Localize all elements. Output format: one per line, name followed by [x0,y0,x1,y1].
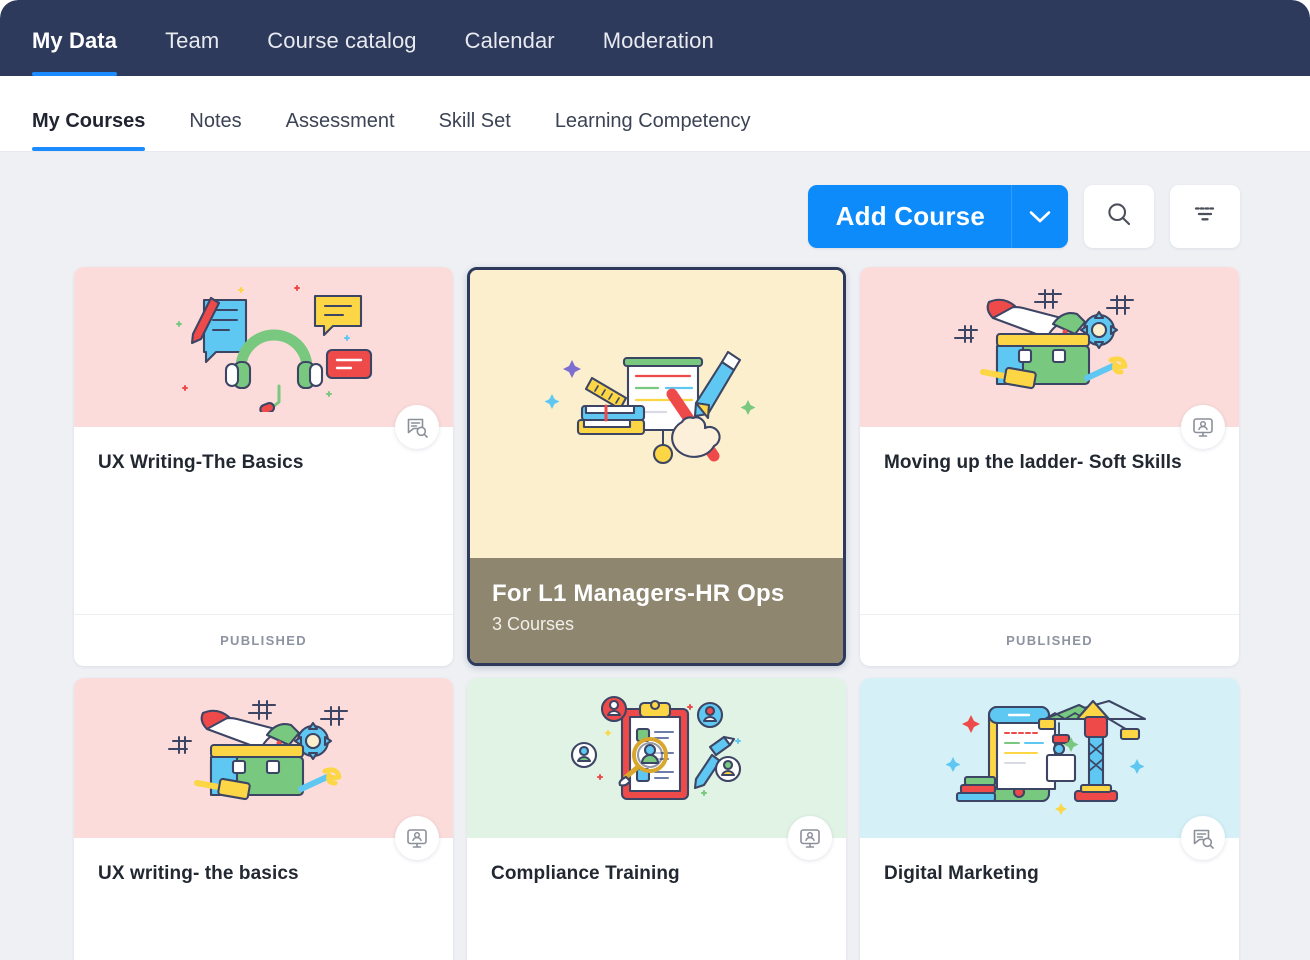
monitor-person-icon [1191,415,1215,439]
course-card[interactable]: Compliance Training [467,678,846,960]
course-type-badge[interactable] [395,816,439,860]
filter-button[interactable] [1170,185,1240,248]
tab-notes[interactable]: Notes [189,110,241,151]
document-search-icon [405,415,429,439]
course-thumbnail [467,678,846,860]
course-card-selected[interactable]: For L1 Managers-HR Ops 3 Courses [467,267,846,666]
add-course-label: Add Course [835,201,985,231]
toolbox-illustration [149,693,379,823]
selected-card-footer: For L1 Managers-HR Ops 3 Courses [470,558,843,663]
tab-label: Learning Competency [554,110,751,132]
course-card-footer: PUBLISHED [74,614,453,666]
course-card-body: Digital Marketing [860,838,1239,960]
search-icon [1105,200,1133,233]
course-title: Digital Marketing [884,863,1039,884]
clipboard-people-illustration [542,693,772,823]
topnav-item-team[interactable]: Team [165,28,219,76]
topnav-label: Course catalog [267,28,417,53]
topnav-item-my-data[interactable]: My Data [32,28,118,76]
course-card[interactable]: Digital Marketing [860,678,1239,960]
topnav-item-calendar[interactable]: Calendar [465,28,555,76]
course-card[interactable]: UX Writing-The Basics PUBLISHED [74,267,453,666]
course-thumbnail [470,270,843,558]
monitor-person-icon [798,826,822,850]
course-thumbnail [74,267,453,449]
add-course-button[interactable]: Add Course [807,185,1068,248]
course-card-grid: UX Writing-The Basics PUBLISHED For L1 M… [0,248,1310,960]
course-count: 3 Courses [492,614,575,634]
headset-document-chat-illustration [149,282,379,412]
tab-label: Assessment [285,110,395,132]
tab-label: Skill Set [438,110,511,132]
tab-label: My Courses [32,110,146,132]
tab-assessment[interactable]: Assessment [286,110,395,151]
course-title: For L1 Managers-HR Ops [492,580,785,607]
primary-navigation: My Data Team Course catalog Calendar Mod… [0,0,1310,76]
course-type-badge[interactable] [788,816,832,860]
secondary-navigation: My Courses Notes Assessment Skill Set Le… [0,76,1310,152]
course-type-badge[interactable] [1181,405,1225,449]
course-title: Moving up the ladder- Soft Skills [884,452,1182,473]
topnav-item-course-catalog[interactable]: Course catalog [267,28,416,76]
tab-skill-set[interactable]: Skill Set [439,110,511,151]
document-search-icon [1191,826,1215,850]
whiteboard-books-pencil-illustration [532,344,782,484]
course-thumbnail [74,678,453,860]
toolbar: Add Course [0,152,1310,248]
phone-crane-illustration [935,693,1165,823]
chevron-down-icon[interactable] [1012,185,1068,248]
topnav-label: Moderation [602,28,714,53]
search-button[interactable] [1084,185,1154,248]
topnav-label: Team [165,28,220,53]
course-card-body: UX writing- the basics [74,838,453,960]
status-badge: PUBLISHED [1006,633,1093,648]
tab-my-courses[interactable]: My Courses [32,110,146,151]
app-window: My Data Team Course catalog Calendar Mod… [0,0,1310,960]
tab-learning-competency[interactable]: Learning Competency [555,110,751,151]
course-title: UX Writing-The Basics [98,452,304,473]
course-thumbnail [860,267,1239,449]
course-card[interactable]: UX writing- the basics [74,678,453,960]
monitor-person-icon [405,826,429,850]
tab-label: Notes [189,110,242,132]
course-title: Compliance Training [491,863,680,884]
course-card-body: Compliance Training [467,838,846,960]
course-thumbnail [860,678,1239,860]
course-card-body: UX Writing-The Basics [74,427,453,614]
status-badge: PUBLISHED [220,633,307,648]
course-title: UX writing- the basics [98,863,299,884]
toolbox-illustration [935,282,1165,412]
course-card-footer: PUBLISHED [860,614,1239,666]
filter-icon [1191,200,1219,233]
topnav-item-moderation[interactable]: Moderation [603,28,714,76]
topnav-label: My Data [32,28,118,53]
course-type-badge[interactable] [395,405,439,449]
course-card[interactable]: Moving up the ladder- Soft Skills PUBLIS… [860,267,1239,666]
course-type-badge[interactable] [1181,816,1225,860]
topnav-label: Calendar [464,28,555,53]
course-card-body: Moving up the ladder- Soft Skills [860,427,1239,614]
